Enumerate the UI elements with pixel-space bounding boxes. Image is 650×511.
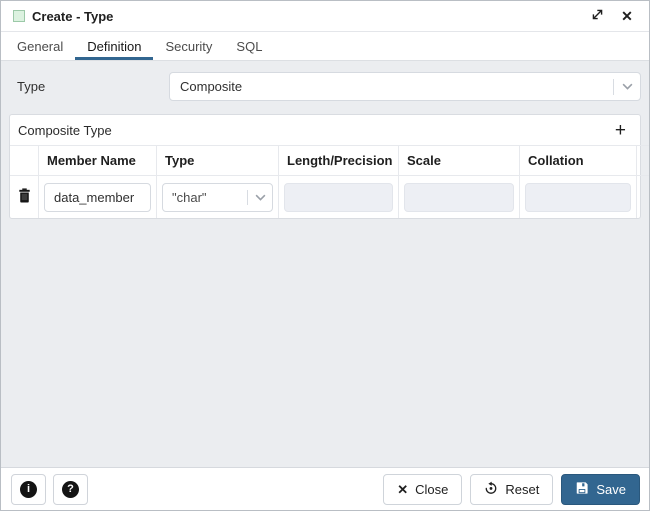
scale-input [404, 183, 514, 212]
type-field-label: Type [9, 79, 169, 94]
add-row-button[interactable]: + [613, 121, 628, 140]
reset-button-label: Reset [505, 482, 539, 497]
create-type-dialog: Create - Type ✕ General Definition Secur… [0, 0, 650, 511]
type-field-row: Type Composite [9, 72, 641, 101]
column-header-member-name: Member Name [39, 145, 157, 176]
chevron-down-icon [248, 194, 272, 201]
dialog-close-button[interactable]: ✕ [617, 6, 637, 26]
help-icon: ? [62, 481, 79, 498]
trash-icon [18, 188, 31, 206]
tab-sql[interactable]: SQL [224, 32, 274, 60]
expand-icon [591, 8, 604, 24]
save-button[interactable]: Save [561, 474, 640, 505]
tab-label: Security [165, 39, 212, 54]
row-gutter [637, 176, 649, 218]
plus-icon: + [615, 120, 626, 141]
help-button[interactable]: ? [53, 474, 88, 505]
length-precision-cell [279, 176, 399, 218]
column-header-gutter [637, 145, 649, 176]
dialog-footer: i ? ✕ Close Reset [1, 467, 649, 510]
member-type-select[interactable]: "char" [162, 183, 273, 212]
tab-label: General [17, 39, 63, 54]
tab-definition[interactable]: Definition [75, 32, 153, 60]
member-name-cell [39, 176, 157, 218]
tab-general[interactable]: General [5, 32, 75, 60]
reset-icon [484, 481, 498, 498]
tab-label: SQL [236, 39, 262, 54]
member-type-value: "char" [172, 190, 247, 205]
save-button-label: Save [596, 482, 626, 497]
chevron-down-icon [614, 83, 640, 90]
composite-type-panel: Composite Type + Member Name Type Length… [9, 114, 641, 219]
composite-type-header: Composite Type + [10, 115, 640, 145]
definition-tab-content: Type Composite Composite Type + [1, 61, 649, 467]
tab-label: Definition [87, 39, 141, 54]
close-button[interactable]: ✕ Close [383, 474, 462, 505]
member-name-input[interactable] [44, 183, 151, 212]
tab-security[interactable]: Security [153, 32, 224, 60]
collation-cell [520, 176, 637, 218]
dialog-tabbar: General Definition Security SQL [1, 32, 649, 61]
delete-row-button[interactable] [16, 186, 33, 208]
column-header-length-precision: Length/Precision [279, 145, 399, 176]
close-icon: ✕ [621, 9, 633, 23]
column-header-type: Type [157, 145, 279, 176]
scale-cell [399, 176, 520, 218]
length-precision-input [284, 183, 393, 212]
type-object-icon [13, 10, 25, 22]
table-row-actions-cell [10, 176, 39, 218]
dialog-title: Create - Type [32, 9, 113, 24]
collation-input [525, 183, 631, 212]
type-select-value: Composite [180, 79, 613, 94]
section-title: Composite Type [18, 123, 112, 138]
maximize-button[interactable] [587, 6, 607, 26]
column-header-collation: Collation [520, 145, 637, 176]
reset-button[interactable]: Reset [470, 474, 553, 505]
info-button[interactable]: i [11, 474, 46, 505]
type-select[interactable]: Composite [169, 72, 641, 101]
column-header-scale: Scale [399, 145, 520, 176]
member-type-cell: "char" [157, 176, 279, 218]
close-button-label: Close [415, 482, 448, 497]
info-icon: i [20, 481, 37, 498]
dialog-titlebar: Create - Type ✕ [1, 1, 649, 32]
column-header-actions [10, 145, 39, 176]
composite-members-table: Member Name Type Length/Precision Scale … [10, 145, 640, 218]
close-x-icon: ✕ [397, 483, 408, 496]
save-icon [575, 481, 589, 498]
